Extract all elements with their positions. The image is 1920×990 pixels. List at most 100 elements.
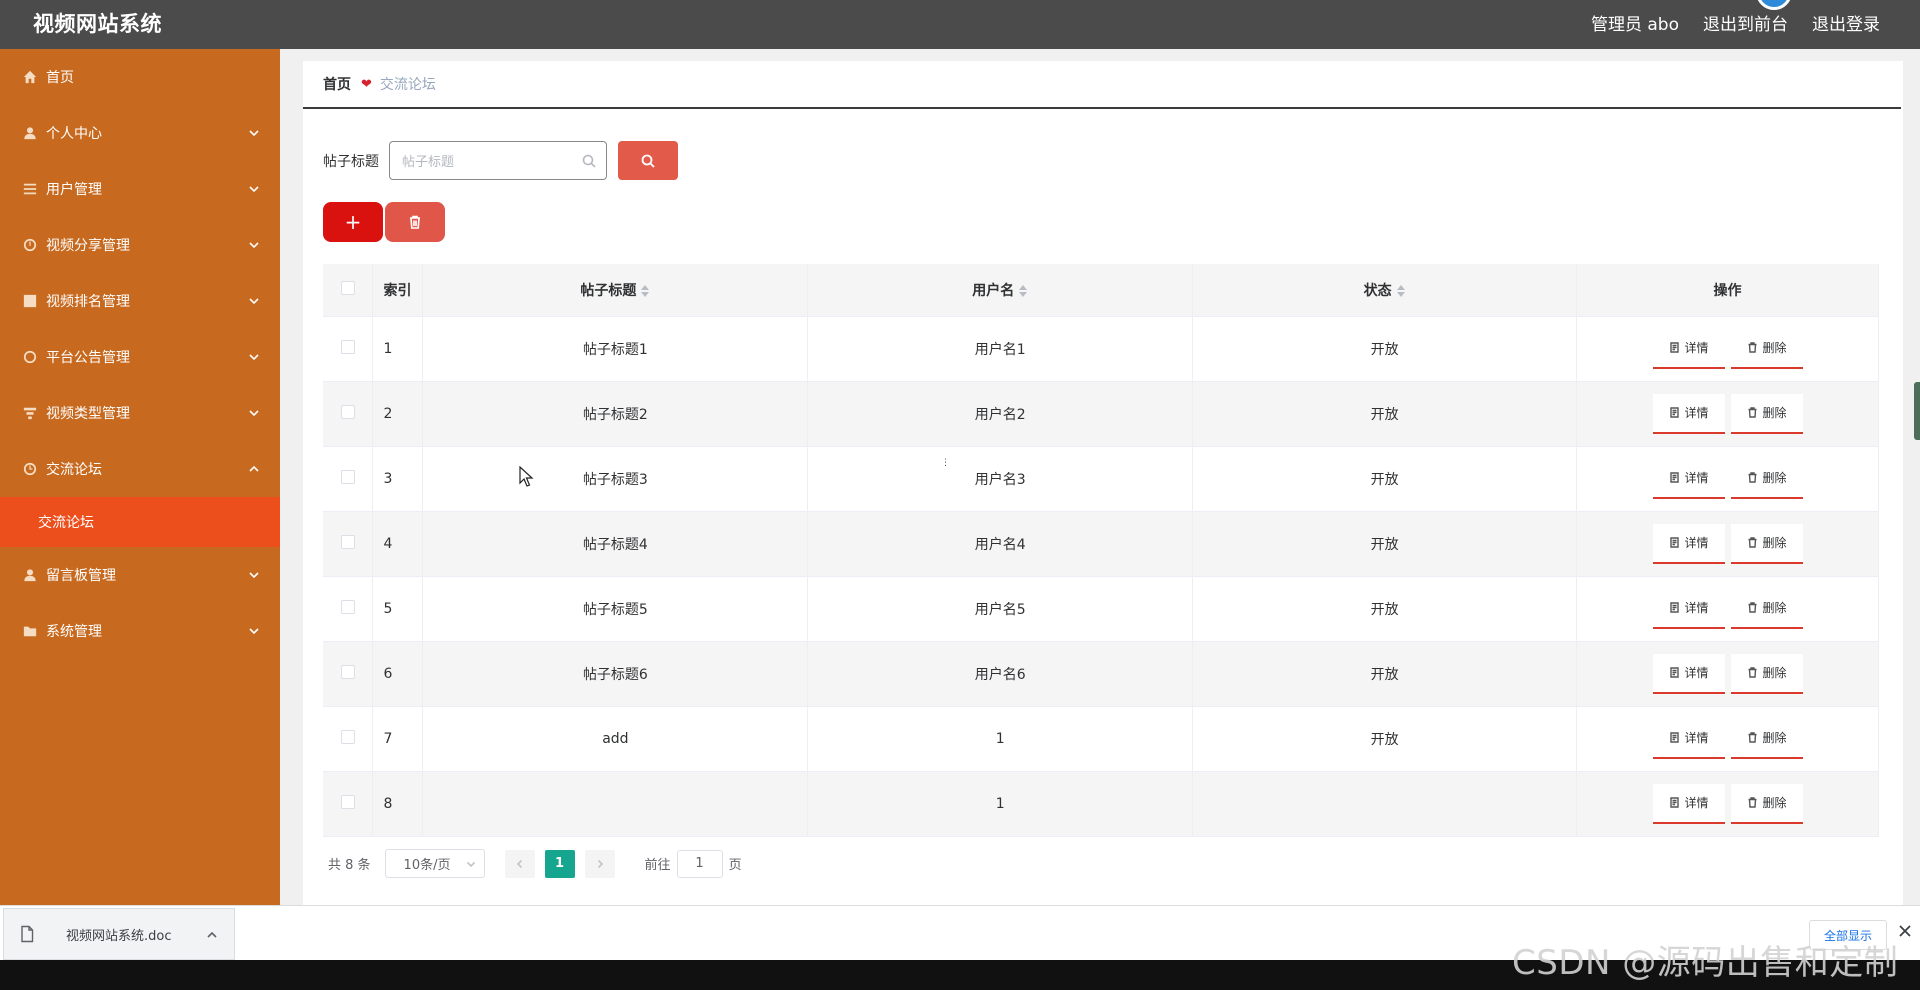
sidebar-item-personal[interactable]: 个人中心: [0, 105, 280, 161]
delete-button[interactable]: 删除: [1730, 458, 1803, 499]
chevron-down-icon: [248, 295, 260, 307]
search-input[interactable]: 帖子标题: [389, 141, 607, 180]
detail-button[interactable]: 详情: [1652, 783, 1725, 824]
document-icon: [1669, 342, 1679, 353]
sidebar-item-video-share[interactable]: 视频分享管理: [0, 217, 280, 273]
sort-icon[interactable]: [1396, 284, 1406, 298]
column-header-status[interactable]: 状态: [1192, 264, 1578, 317]
row-checkbox[interactable]: [340, 469, 355, 484]
row-checkbox[interactable]: [340, 794, 355, 809]
document-icon: [1669, 732, 1679, 743]
folder-icon: [22, 623, 38, 639]
detail-button[interactable]: 详情: [1652, 393, 1725, 434]
search-label: 帖子标题: [323, 153, 379, 170]
prev-page-button[interactable]: [504, 849, 535, 878]
row-select-cell[interactable]: [323, 316, 374, 382]
delete-button[interactable]: 删除: [1730, 523, 1803, 564]
download-item[interactable]: 视频网站系统.doc: [3, 908, 235, 960]
goto-label: 前往: [644, 858, 671, 873]
submenu-item-forum[interactable]: 交流论坛: [0, 497, 280, 547]
column-header-user[interactable]: 用户名: [807, 264, 1194, 317]
sidebar-item-video-rank[interactable]: 视频排名管理: [0, 273, 280, 329]
delete-button[interactable]: 删除: [1730, 588, 1803, 629]
trash-icon: [1748, 472, 1756, 483]
row-checkbox[interactable]: [340, 404, 355, 419]
detail-button[interactable]: 详情: [1652, 588, 1725, 629]
cell-user: 用户名5: [807, 576, 1194, 642]
page-size-select[interactable]: 10条/页: [384, 849, 485, 878]
table-row: 2 帖子标题2 用户名2 开放 详情 删除: [323, 381, 1879, 447]
sidebar-item-users[interactable]: 用户管理: [0, 161, 280, 217]
cell-ops: 详情 删除: [1576, 706, 1879, 772]
row-select-cell[interactable]: [323, 771, 374, 837]
detail-button[interactable]: 详情: [1652, 523, 1725, 564]
batch-delete-button[interactable]: [385, 202, 445, 242]
column-header-title[interactable]: 帖子标题: [422, 264, 809, 317]
cell-status: 开放: [1192, 316, 1578, 382]
sidebar-item-announcements[interactable]: 平台公告管理: [0, 329, 280, 385]
detail-button[interactable]: 详情: [1652, 653, 1725, 694]
sort-icon[interactable]: [640, 284, 650, 298]
page-number-current[interactable]: 1: [544, 849, 575, 878]
row-select-cell[interactable]: [323, 576, 374, 642]
breadcrumb: 首页 ❤ 交流论坛: [303, 61, 1901, 109]
chevron-down-icon: [248, 127, 260, 139]
chevron-down-icon: [248, 569, 260, 581]
row-checkbox[interactable]: [340, 534, 355, 549]
gauge-icon: [22, 237, 38, 253]
home-icon: [22, 69, 38, 85]
table-header-row: 索引 帖子标题 用户名 状态 操作: [323, 264, 1879, 317]
logout-link[interactable]: 退出登录: [1812, 10, 1880, 35]
row-select-cell[interactable]: [323, 706, 374, 772]
row-select-cell[interactable]: [323, 446, 374, 512]
row-checkbox[interactable]: [340, 729, 355, 744]
scrollbar-thumb[interactable]: [1914, 382, 1920, 440]
sidebar-item-forum[interactable]: 交流论坛: [0, 441, 280, 497]
cell-title: 帖子标题4: [422, 511, 809, 577]
chevron-up-icon[interactable]: [206, 929, 218, 941]
sidebar-item-video-types[interactable]: 视频类型管理: [0, 385, 280, 441]
front-link[interactable]: 退出到前台: [1703, 10, 1788, 35]
delete-button[interactable]: 删除: [1730, 783, 1803, 824]
trash-icon: [1748, 797, 1756, 808]
table-row: 5 帖子标题5 用户名5 开放 详情 删除: [323, 576, 1879, 642]
cell-status: 开放: [1192, 706, 1578, 772]
sidebar-item-label: 系统管理: [46, 624, 102, 640]
sidebar-item-messages[interactable]: 留言板管理: [0, 547, 280, 603]
delete-button[interactable]: 删除: [1730, 718, 1803, 759]
breadcrumb-home[interactable]: 首页: [323, 74, 351, 94]
row-checkbox[interactable]: [340, 664, 355, 679]
add-button[interactable]: +: [323, 202, 383, 242]
detail-button[interactable]: 详情: [1652, 718, 1725, 759]
search-icon: [641, 154, 655, 168]
detail-button[interactable]: 详情: [1652, 328, 1725, 369]
column-user-label: 用户名: [972, 282, 1015, 299]
search-button[interactable]: [618, 141, 678, 180]
row-select-cell[interactable]: [323, 511, 374, 577]
row-select-cell[interactable]: [323, 641, 374, 707]
sidebar-item-home[interactable]: 首页: [0, 49, 280, 105]
table-row: 6 帖子标题6 用户名6 开放 详情 删除: [323, 641, 1879, 707]
trash-icon: [1748, 602, 1756, 613]
row-checkbox[interactable]: [340, 599, 355, 614]
close-icon[interactable]: [1898, 924, 1914, 940]
delete-button[interactable]: 删除: [1730, 653, 1803, 694]
next-page-button[interactable]: [584, 849, 615, 878]
sidebar-item-label: 首页: [46, 70, 74, 86]
cell-user: 用户名3: [807, 446, 1194, 512]
trash-icon: [1748, 537, 1756, 548]
header-select-all[interactable]: [323, 264, 374, 317]
row-select-cell[interactable]: [323, 381, 374, 447]
sort-icon[interactable]: [1018, 284, 1028, 298]
delete-button[interactable]: 删除: [1730, 393, 1803, 434]
detail-button[interactable]: 详情: [1652, 458, 1725, 499]
goto-page-input[interactable]: 1: [676, 849, 723, 878]
sidebar-item-system[interactable]: 系统管理: [0, 603, 280, 659]
cell-ops: 详情 删除: [1576, 316, 1879, 382]
row-checkbox[interactable]: [340, 339, 355, 354]
select-all-checkbox[interactable]: [340, 280, 355, 295]
avatar[interactable]: [1756, 0, 1792, 10]
delete-button[interactable]: 删除: [1730, 328, 1803, 369]
delete-label: 删除: [1762, 341, 1787, 355]
detail-label: 详情: [1684, 666, 1709, 680]
